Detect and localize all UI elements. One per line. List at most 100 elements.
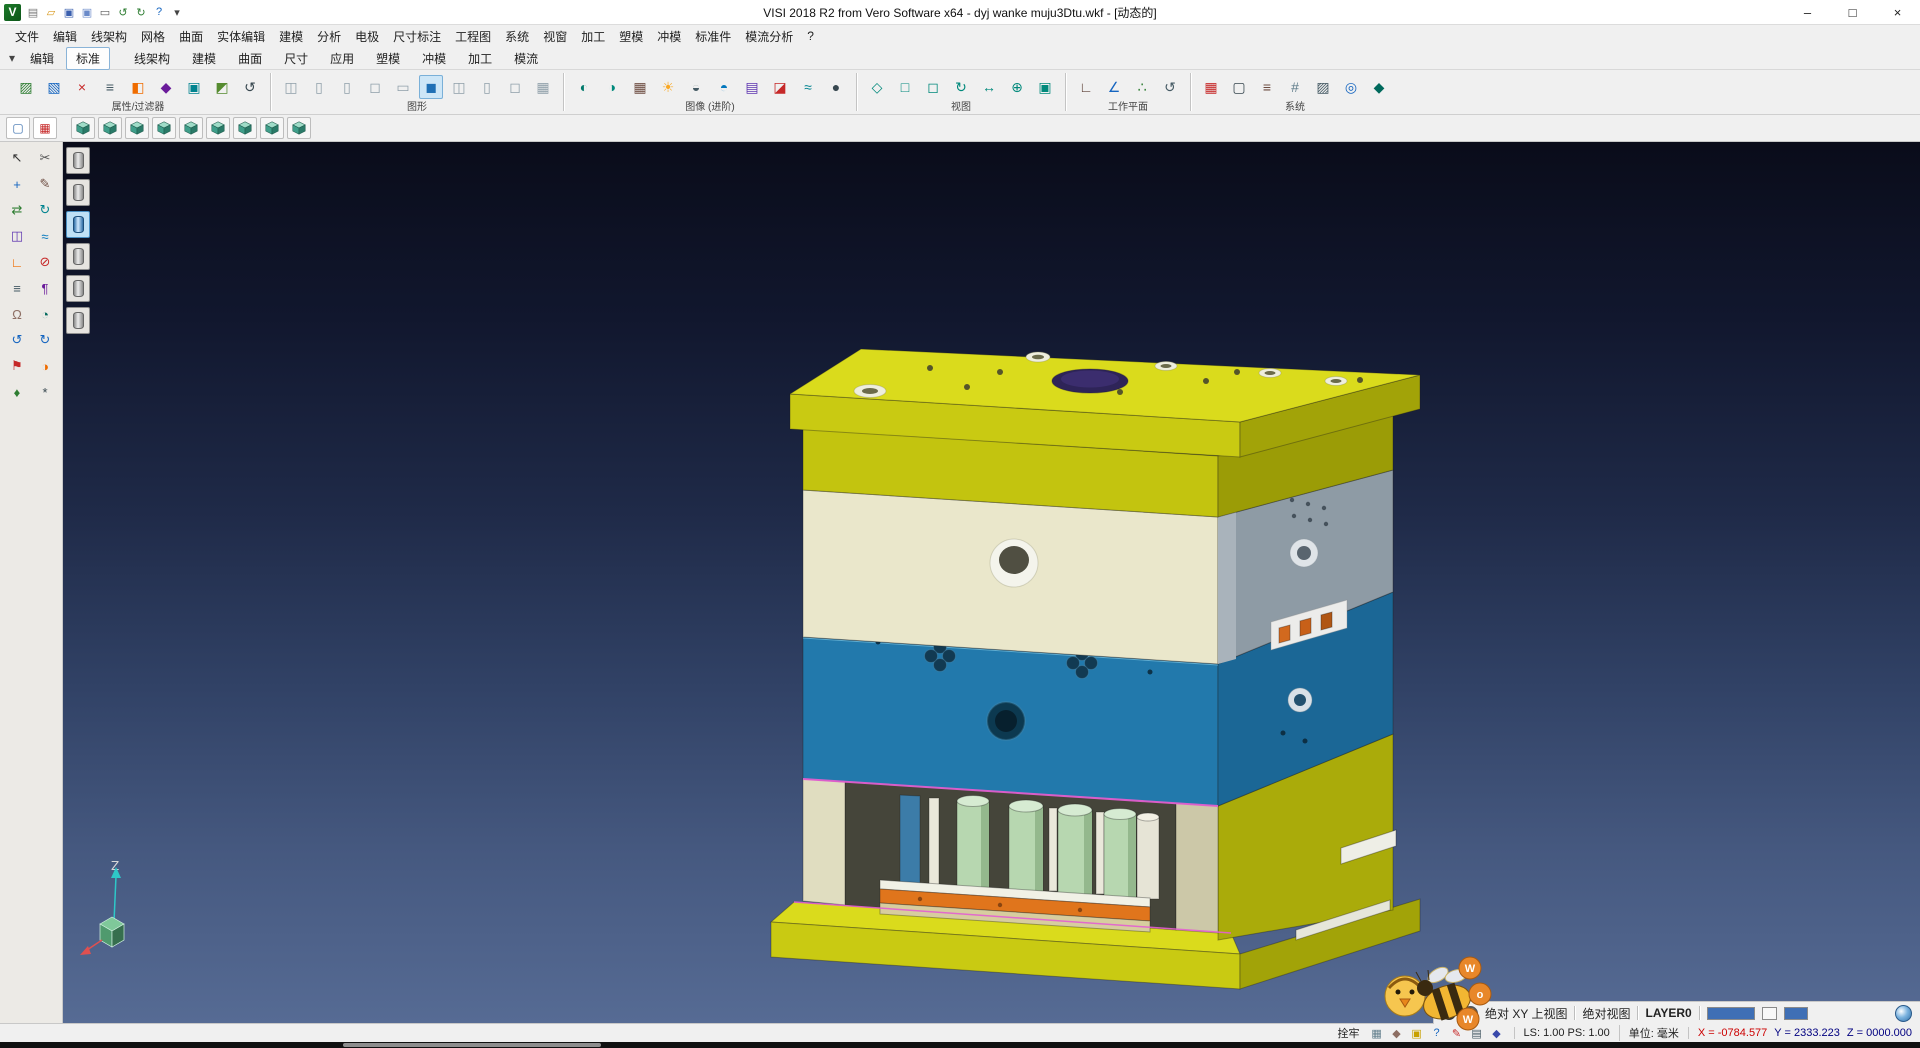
- analysis-icon[interactable]: ≈: [796, 75, 820, 99]
- lock-toggle[interactable]: 拴牢: [1338, 1025, 1360, 1041]
- regen-icon[interactable]: ▯: [307, 75, 331, 99]
- wireframe-view-icon[interactable]: ◫: [447, 75, 471, 99]
- annotation-icon[interactable]: ✎: [1449, 1026, 1465, 1040]
- tab-4[interactable]: 曲面: [228, 47, 272, 70]
- view-cube-back-icon[interactable]: [152, 117, 176, 139]
- maximize-button[interactable]: □: [1830, 0, 1875, 24]
- menu-item-12[interactable]: 视窗: [536, 26, 574, 47]
- edge-color-swatch[interactable]: [1784, 1007, 1808, 1020]
- tab-7[interactable]: 塑模: [366, 47, 410, 70]
- view-zoom-icon[interactable]: ⊕: [1005, 75, 1029, 99]
- redo-history-icon[interactable]: ↻: [33, 328, 57, 352]
- notes-icon[interactable]: ¶: [33, 276, 57, 300]
- visibility-filter-6[interactable]: [66, 307, 90, 334]
- move-icon[interactable]: ⇄: [5, 198, 29, 222]
- magnet-icon[interactable]: Ω: [5, 302, 29, 326]
- filter-reset-icon[interactable]: ↺: [238, 75, 262, 99]
- absolute-badge-icon[interactable]: A: [1442, 1006, 1456, 1020]
- texture-icon[interactable]: ▦: [628, 75, 652, 99]
- visibility-filter-2[interactable]: [66, 179, 90, 206]
- menu-item-6[interactable]: 建模: [272, 26, 310, 47]
- line-color-swatch[interactable]: [1707, 1007, 1755, 1020]
- section-view-icon[interactable]: ◻: [503, 75, 527, 99]
- menu-item-17[interactable]: 模流分析: [738, 26, 800, 47]
- view-cube-front-icon[interactable]: [125, 117, 149, 139]
- view-cube-iso-icon[interactable]: [71, 117, 95, 139]
- tabbar-dropdown-icon[interactable]: ▾: [4, 51, 20, 65]
- erase-icon[interactable]: ⊘: [33, 250, 57, 274]
- units-readout[interactable]: 单位: 毫米: [1619, 1025, 1679, 1041]
- view-mode-label[interactable]: 绝对视图: [1582, 1005, 1630, 1022]
- menu-item-1[interactable]: 编辑: [46, 26, 84, 47]
- visibility-filter-4[interactable]: [66, 243, 90, 270]
- mirror-icon[interactable]: ◫: [5, 224, 29, 248]
- element-filter-icon[interactable]: ▣: [182, 75, 206, 99]
- background-icon[interactable]: ▤: [740, 75, 764, 99]
- print-icon[interactable]: ▭: [97, 4, 113, 20]
- save-all-icon[interactable]: ▣: [79, 4, 95, 20]
- shadow-icon[interactable]: ◒: [684, 75, 708, 99]
- settings-icon[interactable]: *: [33, 380, 57, 404]
- menu-item-7[interactable]: 分析: [310, 26, 348, 47]
- light-icon[interactable]: ☀: [656, 75, 680, 99]
- measure-icon[interactable]: ∟: [5, 250, 29, 274]
- view-cube-top-icon[interactable]: [98, 117, 122, 139]
- attribute-copy-icon[interactable]: ▧: [42, 75, 66, 99]
- redraw-icon[interactable]: ◫: [279, 75, 303, 99]
- hidden-line-view-icon[interactable]: ▯: [475, 75, 499, 99]
- tab-8[interactable]: 冲模: [412, 47, 456, 70]
- render-config-icon[interactable]: ▦: [33, 117, 57, 139]
- rotate-icon[interactable]: ↻: [33, 198, 57, 222]
- query-icon[interactable]: ?: [1429, 1026, 1445, 1040]
- menu-item-11[interactable]: 系统: [498, 26, 536, 47]
- layers-icon[interactable]: ≡: [5, 276, 29, 300]
- view-front-icon[interactable]: ◻: [921, 75, 945, 99]
- minimize-button[interactable]: –: [1785, 0, 1830, 24]
- render-sphere-icon[interactable]: ●: [824, 75, 848, 99]
- tab-10[interactable]: 模流: [504, 47, 548, 70]
- view-cube-bottom-icon[interactable]: [233, 117, 257, 139]
- magnifier-icon[interactable]: [1463, 1006, 1478, 1021]
- tab-2[interactable]: 线架构: [124, 47, 180, 70]
- table-icon[interactable]: ▤: [1469, 1026, 1485, 1040]
- menu-item-4[interactable]: 曲面: [172, 26, 210, 47]
- color-filter-icon[interactable]: ◧: [126, 75, 150, 99]
- globe-icon[interactable]: [1895, 1005, 1912, 1022]
- menu-item-8[interactable]: 电极: [348, 26, 386, 47]
- menu-item-3[interactable]: 网格: [134, 26, 172, 47]
- offset-icon[interactable]: ≈: [33, 224, 57, 248]
- type-filter-icon[interactable]: ◆: [154, 75, 178, 99]
- sketch-pencil-icon[interactable]: ✎: [33, 172, 57, 196]
- menu-item-9[interactable]: 尺寸标注: [386, 26, 448, 47]
- close-button[interactable]: ×: [1875, 0, 1920, 24]
- snap-point-icon[interactable]: +: [5, 172, 29, 196]
- system-3d-icon[interactable]: ◆: [1367, 75, 1391, 99]
- visibility-filter-1[interactable]: [66, 147, 90, 174]
- attribute-delete-icon[interactable]: ×: [70, 75, 94, 99]
- trim-scissors-icon[interactable]: ✂: [33, 146, 57, 170]
- grid-icon[interactable]: #: [1283, 75, 1307, 99]
- new-document-icon[interactable]: ▤: [25, 4, 41, 20]
- select-arrow-icon[interactable]: ↖: [5, 146, 29, 170]
- view-orientation-label[interactable]: 绝对 XY 上视图: [1485, 1005, 1567, 1022]
- view-pan-icon[interactable]: ↔: [977, 75, 1001, 99]
- tab-0[interactable]: 编辑: [20, 47, 64, 70]
- snap-settings-icon[interactable]: ◎: [1339, 75, 1363, 99]
- view-fit-icon[interactable]: ▣: [1033, 75, 1057, 99]
- menu-item-15[interactable]: 冲模: [650, 26, 688, 47]
- monitor-settings-icon[interactable]: ▢: [1227, 75, 1251, 99]
- attributes-icon[interactable]: ▨: [14, 75, 38, 99]
- save-icon[interactable]: ▣: [61, 4, 77, 20]
- hatch-icon[interactable]: ▨: [1311, 75, 1335, 99]
- layer-manager-icon[interactable]: ≡: [98, 75, 122, 99]
- view-cube-dimetric-icon[interactable]: [260, 117, 284, 139]
- transparency-icon[interactable]: ◑: [600, 75, 624, 99]
- snap-toggle-icon[interactable]: ▣: [1409, 1026, 1425, 1040]
- pin-icon[interactable]: ♦: [5, 380, 29, 404]
- tab-3[interactable]: 建模: [182, 47, 226, 70]
- menu-item-14[interactable]: 塑模: [612, 26, 650, 47]
- tab-9[interactable]: 加工: [458, 47, 502, 70]
- tab-6[interactable]: 应用: [320, 47, 364, 70]
- view-rotate-icon[interactable]: ↻: [949, 75, 973, 99]
- tab-1[interactable]: 标准: [66, 47, 110, 70]
